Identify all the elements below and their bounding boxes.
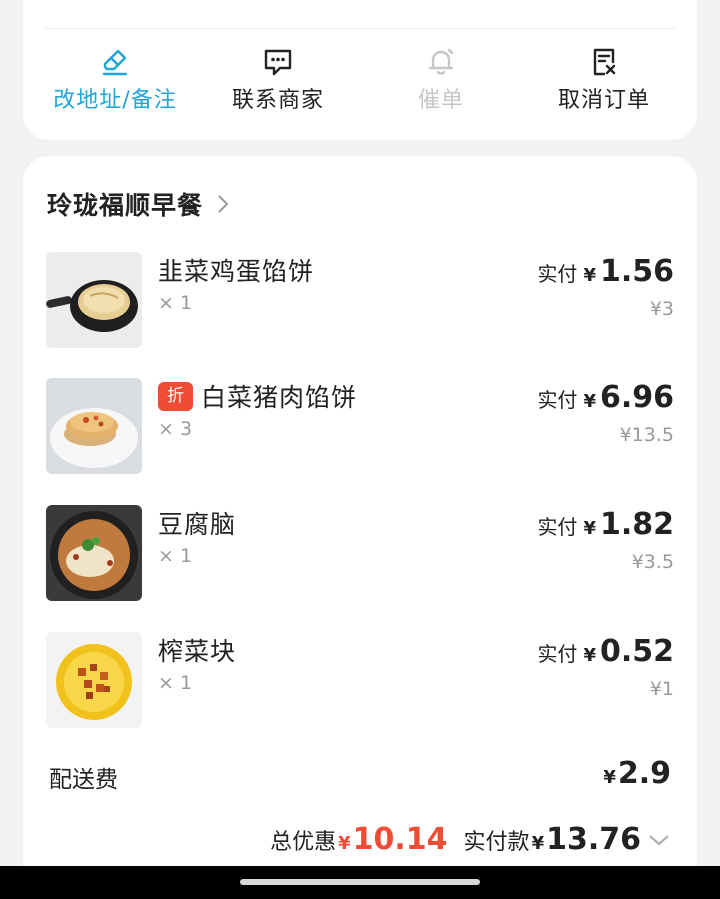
currency-symbol: ¥ xyxy=(583,265,596,286)
home-gesture-bar[interactable] xyxy=(240,879,480,885)
item-thumbnail xyxy=(46,632,142,728)
paid-amount: 1.82 xyxy=(599,507,674,542)
item-quantity: × 1 xyxy=(158,292,193,314)
order-summary[interactable]: 总优惠 ¥ 10.14 实付款 ¥ 13.76 xyxy=(270,822,671,857)
currency-symbol: ¥ xyxy=(583,518,596,539)
item-name: 韭菜鸡蛋馅饼 xyxy=(158,257,315,286)
pancake-pan-image xyxy=(46,252,142,348)
currency-symbol: ¥ xyxy=(338,833,351,854)
contact-merchant-label: 联系商家 xyxy=(231,88,324,113)
cancel-order-label: 取消订单 xyxy=(557,88,650,113)
paid-amount: 0.52 xyxy=(599,634,674,669)
item-original-price: ¥1 xyxy=(649,678,674,700)
item-thumbnail xyxy=(46,505,142,601)
total-discount-label: 总优惠 xyxy=(270,830,337,855)
chevron-down-icon[interactable] xyxy=(647,832,671,848)
total-paid-amount: 13.76 xyxy=(546,822,641,857)
pickled-vegetable-image xyxy=(46,632,142,728)
item-original-price: ¥3 xyxy=(649,298,674,320)
item-thumbnail xyxy=(46,252,142,348)
item-quantity: × 1 xyxy=(158,545,193,567)
order-items-card: 玲珑福顺早餐 韭菜鸡蛋馅饼 × 1 实付 ¥ 1.56 ¥3 折 白菜猪肉馅饼 … xyxy=(23,156,697,899)
item-paid-price: 实付 ¥ 1.82 xyxy=(537,507,674,542)
item-name: 折 白菜猪肉馅饼 xyxy=(158,378,357,414)
divider xyxy=(45,28,675,29)
paid-label: 实付 xyxy=(537,388,578,412)
currency-symbol: ¥ xyxy=(603,767,616,788)
chat-bubble-icon xyxy=(264,49,292,76)
tofu-pudding-image xyxy=(46,505,142,601)
cancel-document-icon xyxy=(593,48,616,76)
order-actions-card: 改地址/备注 联系商家 催单 取消订单 xyxy=(23,0,697,140)
paid-amount: 6.96 xyxy=(599,380,674,415)
change-address-button[interactable]: 改地址/备注 xyxy=(33,46,197,114)
store-link[interactable]: 玲珑福顺早餐 xyxy=(47,188,231,220)
item-quantity: × 1 xyxy=(158,672,193,694)
item-quantity: × 3 xyxy=(158,418,193,440)
bell-icon xyxy=(428,48,454,75)
total-paid-label: 实付款 xyxy=(463,830,530,855)
delivery-fee-label: 配送费 xyxy=(49,767,118,793)
item-paid-price: 实付 ¥ 6.96 xyxy=(537,380,674,415)
item-thumbnail xyxy=(46,378,142,474)
urge-order-label: 催单 xyxy=(417,88,464,113)
paid-label: 实付 xyxy=(537,515,578,539)
delivery-fee-value: ¥ 2.9 xyxy=(603,756,671,791)
list-item[interactable]: 韭菜鸡蛋馅饼 × 1 实付 ¥ 1.56 ¥3 xyxy=(46,252,674,348)
paid-label: 实付 xyxy=(537,642,578,666)
contact-merchant-button[interactable]: 联系商家 xyxy=(196,46,360,114)
item-paid-price: 实付 ¥ 0.52 xyxy=(537,634,674,669)
total-discount-amount: 10.14 xyxy=(352,822,448,857)
paid-amount: 1.56 xyxy=(599,254,674,289)
item-name: 榨菜块 xyxy=(158,637,237,666)
cancel-order-button[interactable]: 取消订单 xyxy=(522,46,686,114)
edit-eraser-icon xyxy=(102,49,128,76)
paid-label: 实付 xyxy=(537,262,578,286)
delivery-fee-amount: 2.9 xyxy=(617,756,671,791)
urge-order-button[interactable]: 催单 xyxy=(359,46,523,114)
discount-badge: 折 xyxy=(158,381,193,411)
currency-symbol: ¥ xyxy=(583,645,596,666)
system-nav-bar xyxy=(0,866,720,899)
pancake-stack-image xyxy=(46,378,142,474)
currency-symbol: ¥ xyxy=(531,833,545,854)
item-name: 豆腐脑 xyxy=(158,510,237,539)
order-detail-page: 改地址/备注 联系商家 催单 取消订单 玲珑福顺早餐 韭菜鸡蛋馅饼 × 1 实付… xyxy=(0,0,720,899)
item-original-price: ¥13.5 xyxy=(619,424,674,446)
store-name: 玲珑福顺早餐 xyxy=(47,191,204,220)
chevron-right-icon xyxy=(218,195,229,213)
item-original-price: ¥3.5 xyxy=(631,551,674,573)
item-paid-price: 实付 ¥ 1.56 xyxy=(537,254,674,289)
currency-symbol: ¥ xyxy=(583,391,596,412)
list-item[interactable]: 豆腐脑 × 1 实付 ¥ 1.82 ¥3.5 xyxy=(46,505,674,601)
list-item[interactable]: 折 白菜猪肉馅饼 × 3 实付 ¥ 6.96 ¥13.5 xyxy=(46,378,674,474)
list-item[interactable]: 榨菜块 × 1 实付 ¥ 0.52 ¥1 xyxy=(46,632,674,728)
change-address-label: 改地址/备注 xyxy=(53,88,177,113)
